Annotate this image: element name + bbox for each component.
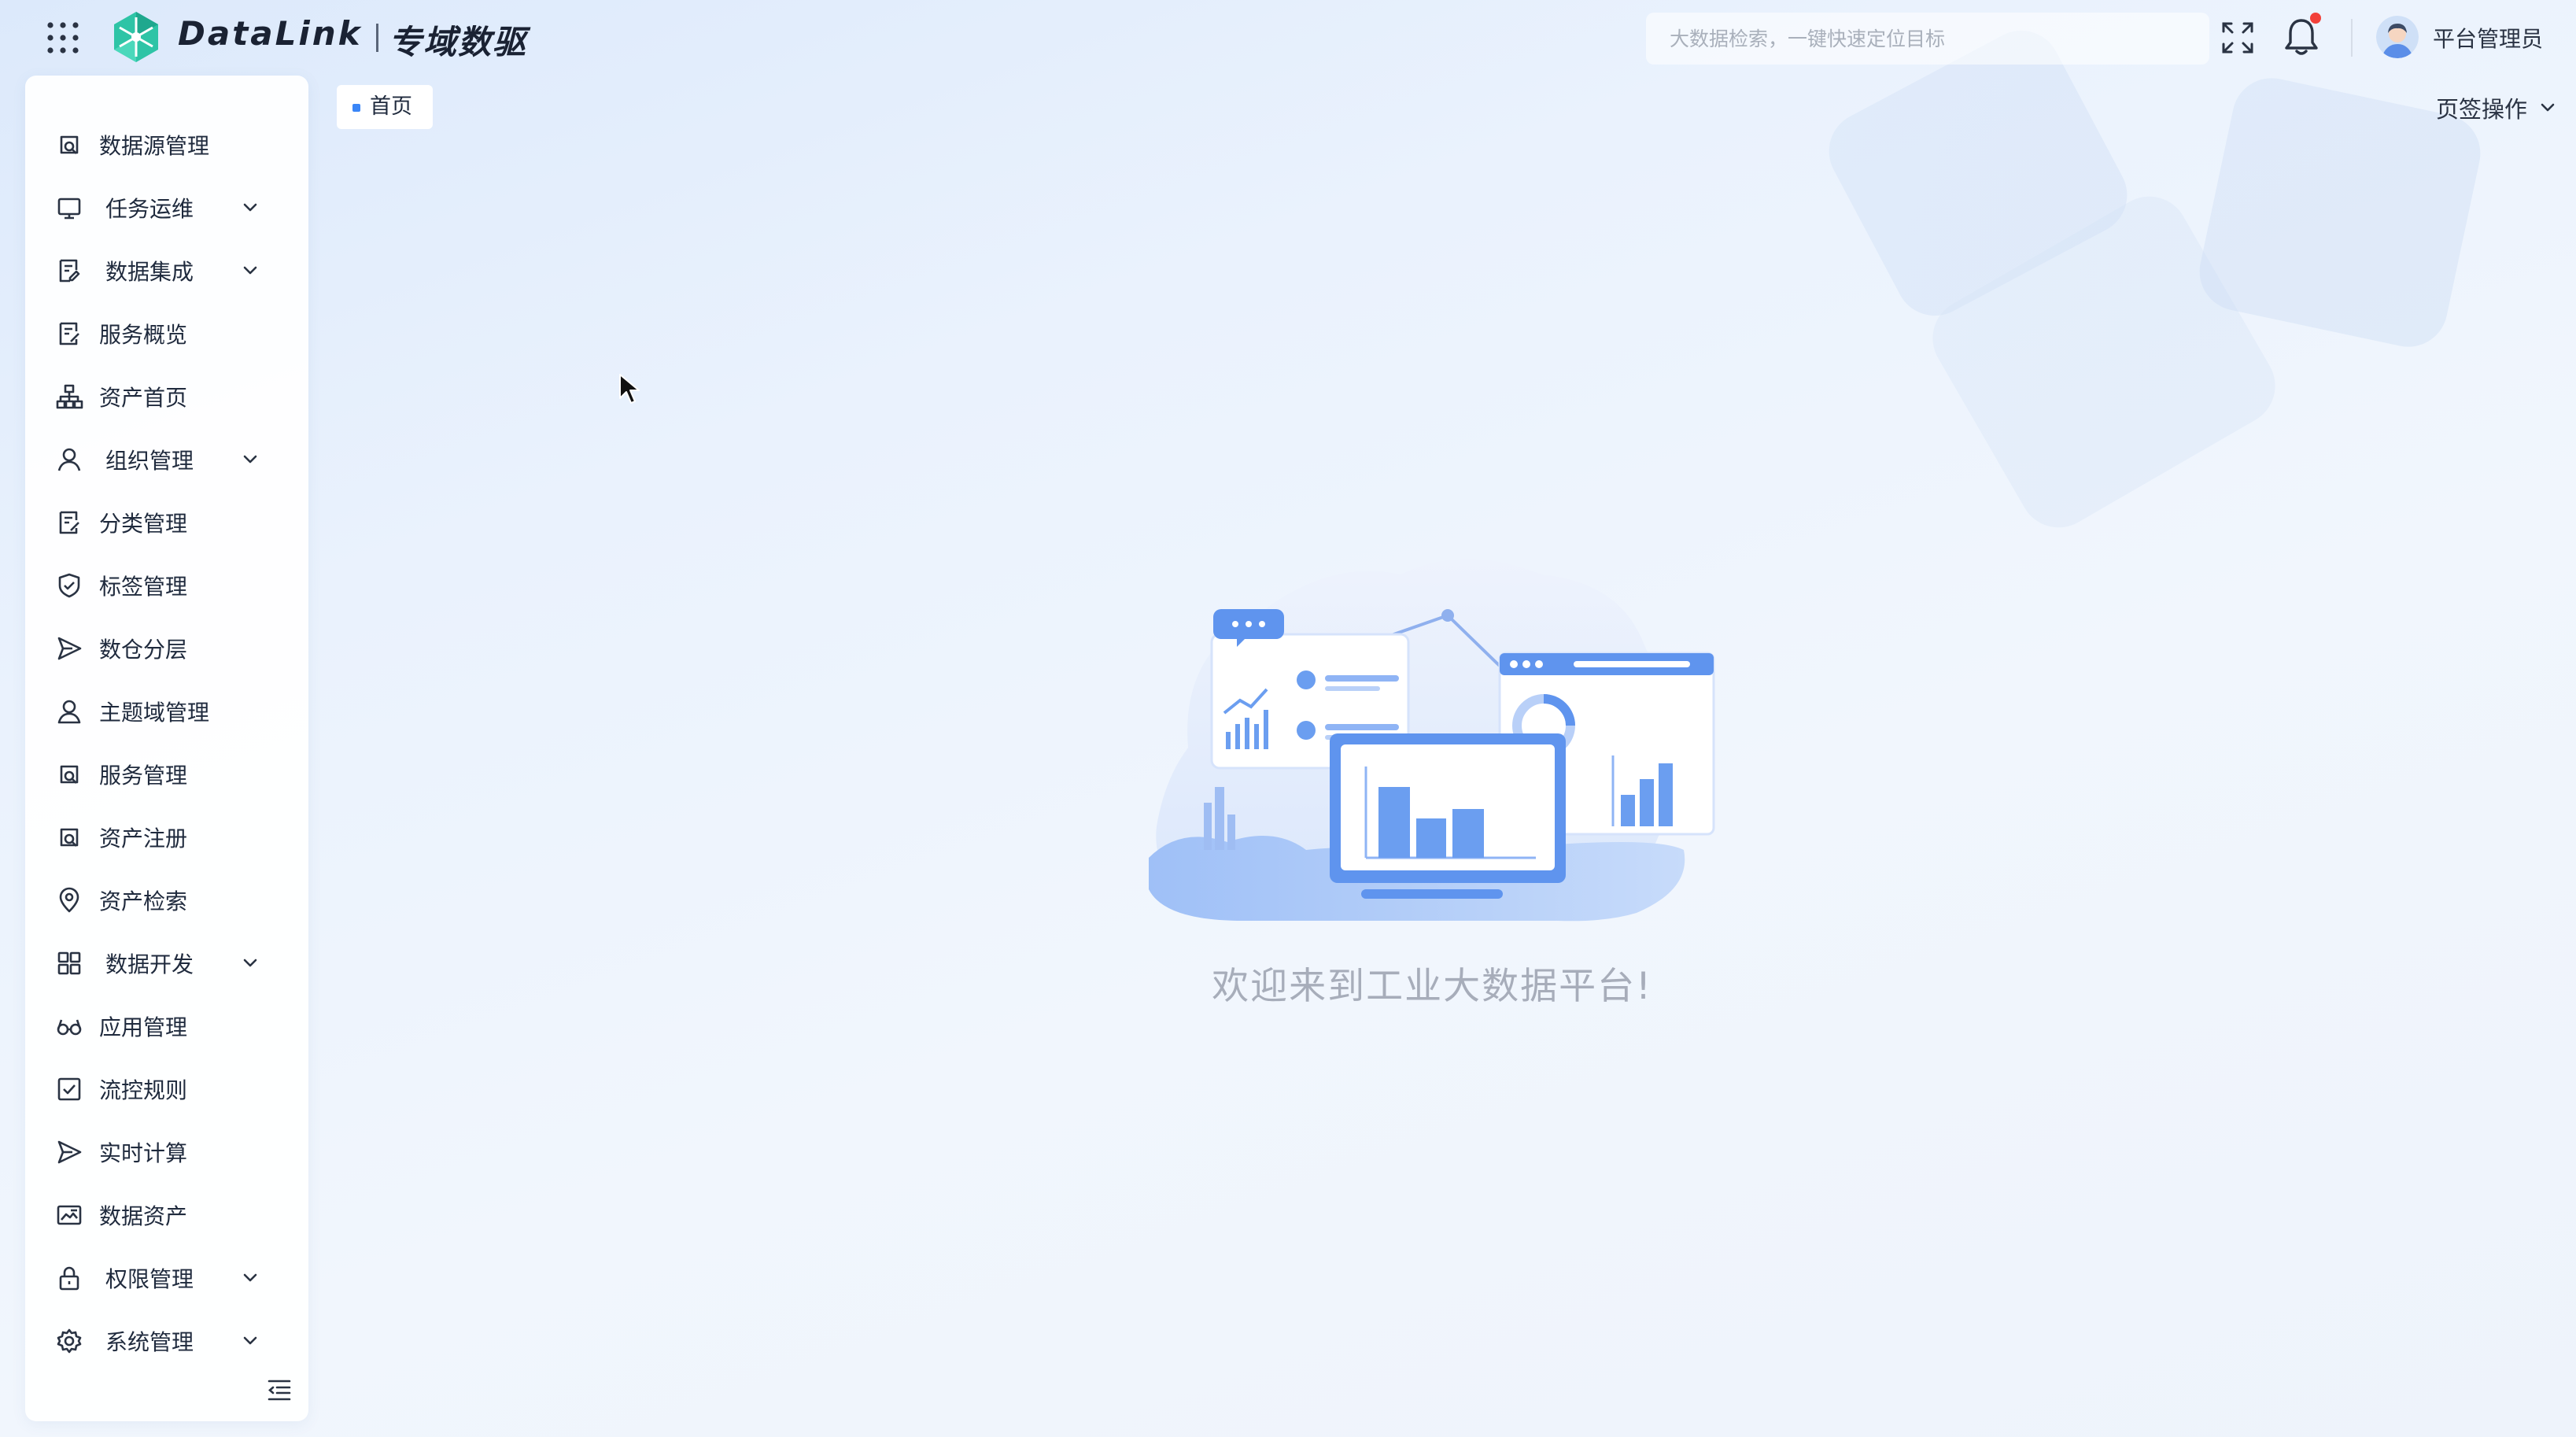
grid-icon xyxy=(57,951,81,975)
chevron-down-icon[interactable] xyxy=(239,449,261,471)
page-operations-label: 页签操作 xyxy=(2436,96,2528,123)
send-icon xyxy=(57,637,82,660)
chevron-down-icon[interactable] xyxy=(239,260,261,282)
user-icon xyxy=(57,700,81,724)
apps-grid-icon[interactable] xyxy=(44,19,82,57)
top-bar: DataLink 专域数驱 平台管理员 xyxy=(0,0,2576,76)
integration-icon xyxy=(59,259,80,283)
gear-icon xyxy=(57,1328,82,1354)
page-operations-dropdown[interactable]: 页签操作 xyxy=(2436,91,2559,124)
sidebar-item-label: 任务运维 xyxy=(105,196,194,222)
sidebar-item-label: 资产首页 xyxy=(99,385,188,411)
shield-check-icon xyxy=(58,573,80,598)
sidebar-item-label: 数据开发 xyxy=(105,951,194,977)
sidebar-item-warehouse-layering[interactable]: 数仓分层 xyxy=(25,617,308,680)
decorative-cubes xyxy=(1829,30,2481,528)
datasource-icon xyxy=(60,828,79,847)
sidebar-item-label: 资产检索 xyxy=(99,888,188,914)
sidebar-item-label: 应用管理 xyxy=(99,1014,188,1040)
user-avatar[interactable] xyxy=(2376,16,2419,58)
user-name[interactable]: 平台管理员 xyxy=(2433,22,2543,54)
hierarchy-icon xyxy=(56,384,83,409)
global-search-input[interactable] xyxy=(1646,13,2209,65)
edit-doc-icon xyxy=(59,322,79,345)
sidebar-item-subject-domain[interactable]: 主题域管理 xyxy=(25,680,308,743)
sidebar-menu: 数据源管理 任务运维 数据集成 服务概览 资产首页 组织管理 分类管理 标签管理… xyxy=(25,113,308,1372)
sidebar-item-label: 系统管理 xyxy=(105,1329,194,1355)
datasource-icon xyxy=(60,135,79,154)
sidebar-item-realtime-compute[interactable]: 实时计算 xyxy=(25,1121,308,1184)
welcome-message: 欢迎来到工业大数据平台! xyxy=(1212,965,1652,1008)
brand-subtitle: 专域数驱 xyxy=(389,23,528,61)
tab-home-label: 首页 xyxy=(370,94,412,119)
notification-badge xyxy=(2310,13,2321,24)
image-card-icon xyxy=(57,1205,82,1225)
sidebar-item-label: 流控规则 xyxy=(99,1077,188,1103)
sidebar-item-tag-management[interactable]: 标签管理 xyxy=(25,554,308,617)
sidebar-item-org-management[interactable]: 组织管理 xyxy=(25,428,308,491)
datalink-logo-icon xyxy=(114,12,158,62)
chevron-down-icon[interactable] xyxy=(239,197,261,219)
chevron-down-icon[interactable] xyxy=(239,1330,261,1352)
sidebar-item-task-ops[interactable]: 任务运维 xyxy=(25,176,308,239)
user-icon xyxy=(57,448,81,471)
sidebar-item-label: 分类管理 xyxy=(99,511,188,537)
tab-home[interactable]: 首页 xyxy=(337,85,433,129)
mouse-pointer-icon xyxy=(619,374,640,404)
checkbox-icon xyxy=(57,1077,81,1101)
sidebar-item-label: 服务概览 xyxy=(99,322,188,348)
location-icon xyxy=(59,887,79,913)
sidebar-item-label: 服务管理 xyxy=(99,763,188,789)
chevron-down-icon[interactable] xyxy=(239,952,261,974)
sidebar-item-label: 主题域管理 xyxy=(99,700,210,726)
sidebar-item-label: 组织管理 xyxy=(105,448,194,474)
sidebar-item-label: 数据资产 xyxy=(99,1203,188,1229)
sidebar-item-label: 权限管理 xyxy=(105,1266,194,1292)
header-divider xyxy=(2351,19,2353,57)
sidebar-item-asset-search[interactable]: 资产检索 xyxy=(25,869,308,932)
sidebar-item-category-management[interactable]: 分类管理 xyxy=(25,491,308,554)
send-icon xyxy=(57,1140,82,1164)
sidebar-item-asset-registry[interactable]: 资产注册 xyxy=(25,806,308,869)
sidebar-item-permission-management[interactable]: 权限管理 xyxy=(25,1247,308,1310)
sidebar-item-label: 实时计算 xyxy=(99,1140,188,1166)
glasses-icon xyxy=(57,1019,82,1036)
sidebar: 数据源管理 任务运维 数据集成 服务概览 资产首页 组织管理 分类管理 标签管理… xyxy=(25,76,308,1421)
sidebar-item-label: 数据集成 xyxy=(105,259,194,285)
sidebar-item-label: 数仓分层 xyxy=(99,637,188,663)
sidebar-item-label: 数据源管理 xyxy=(99,133,210,159)
sidebar-item-data-integration[interactable]: 数据集成 xyxy=(25,239,308,302)
lock-icon xyxy=(59,1266,79,1291)
sidebar-item-label: 资产注册 xyxy=(99,826,188,851)
monitor-icon xyxy=(57,198,81,220)
datasource-icon xyxy=(60,765,79,784)
sidebar-item-flow-control-rules[interactable]: 流控规则 xyxy=(25,1058,308,1121)
sidebar-item-service-overview[interactable]: 服务概览 xyxy=(25,302,308,365)
sidebar-item-asset-home[interactable]: 资产首页 xyxy=(25,365,308,428)
collapse-sidebar-icon[interactable] xyxy=(263,1374,294,1406)
brand-divider xyxy=(376,24,378,52)
fullscreen-icon[interactable] xyxy=(2220,20,2255,55)
chevron-down-icon xyxy=(2541,103,2555,112)
brand-name: DataLink xyxy=(178,14,363,53)
chevron-down-icon[interactable] xyxy=(239,1267,261,1289)
sidebar-item-service-management[interactable]: 服务管理 xyxy=(25,743,308,806)
dashboard-illustration xyxy=(1149,559,1715,922)
active-tab-indicator xyxy=(352,104,360,112)
sidebar-item-app-management[interactable]: 应用管理 xyxy=(25,995,308,1058)
sidebar-item-label: 标签管理 xyxy=(99,574,188,600)
edit-doc-icon xyxy=(59,511,79,534)
sidebar-item-data-assets[interactable]: 数据资产 xyxy=(25,1184,308,1247)
sidebar-item-data-development[interactable]: 数据开发 xyxy=(25,932,308,995)
sidebar-item-system-management[interactable]: 系统管理 xyxy=(25,1310,308,1372)
sidebar-item-datasource[interactable]: 数据源管理 xyxy=(25,113,308,176)
